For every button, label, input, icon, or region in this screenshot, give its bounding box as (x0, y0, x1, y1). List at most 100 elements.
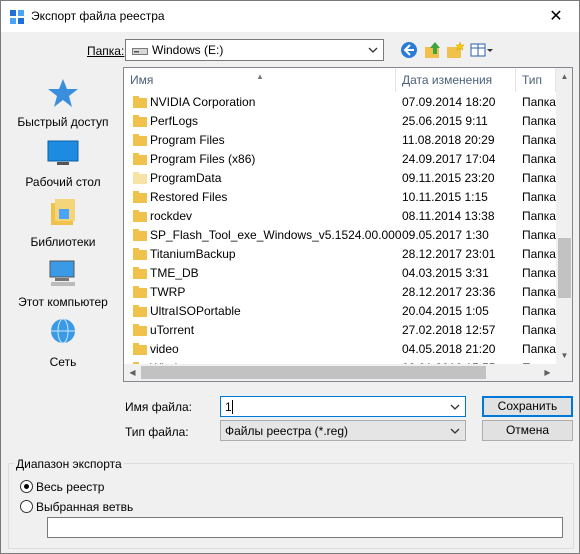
file-row[interactable]: uTorrent 27.02.2018 12:57 Папка (124, 321, 556, 340)
radio-selected-branch[interactable] (20, 500, 33, 513)
folder-label: Папка: (87, 44, 124, 58)
file-type: Папка (522, 209, 556, 223)
chevron-down-icon[interactable] (448, 399, 462, 415)
filetype-value: Файлы реестра (*.reg) (225, 424, 348, 438)
place-network[interactable]: Сеть (9, 317, 117, 377)
file-type: Папка (522, 323, 556, 337)
file-date: 28.12.2017 23:36 (402, 285, 496, 299)
folder-icon (133, 172, 147, 184)
scroll-down-icon[interactable]: ▼ (556, 347, 572, 364)
filetype-label: Тип файла: (125, 425, 189, 439)
file-row[interactable]: Restored Files 10.11.2015 1:15 Папка (124, 188, 556, 207)
save-button[interactable]: Сохранить (482, 396, 573, 417)
place-label: Быстрый доступ (17, 115, 109, 129)
export-range-title: Диапазон экспорта (14, 457, 124, 471)
file-row[interactable]: SP_Flash_Tool_exe_Windows_v5.1524.00.000… (124, 226, 556, 245)
place-libraries[interactable]: Библиотеки (9, 197, 117, 257)
radio-selected-dot (24, 484, 29, 489)
place-desktop[interactable]: Рабочий стол (9, 137, 117, 197)
column-name-label: Имя (130, 73, 154, 87)
file-row[interactable]: UltraISOPortable 20.04.2015 1:05 Папка (124, 302, 556, 321)
place-label: Библиотеки (30, 235, 96, 249)
file-row[interactable]: Program Files (x86) 24.09.2017 17:04 Папка (124, 150, 556, 169)
text-caret (232, 400, 233, 414)
view-menu-icon[interactable] (469, 40, 495, 60)
folder-combo[interactable]: Windows (E:) (125, 39, 384, 61)
place-label: Сеть (49, 355, 77, 369)
export-registry-dialog: Экспорт файла реестра ✕ Папка: Windows (… (0, 0, 580, 554)
chevron-down-icon[interactable] (366, 42, 380, 58)
folder-icon (133, 191, 147, 203)
file-row[interactable]: NVIDIA Corporation 07.09.2014 18:20 Папка (124, 93, 556, 112)
folder-icon (133, 305, 147, 317)
window-title: Экспорт файла реестра (31, 9, 165, 23)
folder-icon (133, 286, 147, 298)
folder-icon (133, 210, 147, 222)
registry-editor-icon (10, 10, 24, 24)
place-label: Рабочий стол (25, 175, 101, 189)
column-header-type[interactable]: Тип (516, 68, 556, 92)
radio-all-label[interactable]: Весь реестр (36, 480, 104, 494)
file-row[interactable]: Program Files 11.08.2018 20:29 Папка (124, 131, 556, 150)
column-header-date[interactable]: Дата изменения (396, 68, 516, 92)
close-icon: ✕ (549, 8, 563, 25)
new-folder-icon[interactable] (445, 40, 465, 60)
horizontal-scrollbar[interactable]: ◀ ▶ (124, 364, 572, 381)
file-date: 04.03.2015 3:31 (402, 266, 489, 280)
back-icon[interactable] (399, 40, 419, 60)
file-row[interactable]: rockdev 08.11.2014 13:38 Папка (124, 207, 556, 226)
column-header-name[interactable]: ▲ Имя (124, 68, 396, 92)
place-this-pc[interactable]: Этот компьютер (9, 257, 117, 317)
file-name: SP_Flash_Tool_exe_Windows_v5.1524.00.000 (150, 228, 402, 242)
column-date-label: Дата изменения (402, 73, 493, 87)
chevron-down-icon[interactable] (448, 423, 462, 439)
file-date: 04.05.2018 21:20 (402, 342, 496, 356)
file-date: 10.11.2015 1:15 (402, 190, 488, 204)
file-list[interactable]: ▲ Имя Дата изменения Тип NVIDIA Corporat… (123, 67, 573, 382)
scroll-right-icon[interactable]: ▶ (539, 364, 556, 381)
close-button[interactable]: ✕ (533, 1, 579, 32)
vertical-scroll-thumb[interactable] (558, 238, 571, 298)
file-type: Папка (522, 95, 556, 109)
place-label: Этот компьютер (18, 295, 108, 309)
radio-branch-label[interactable]: Выбранная ветвь (36, 500, 133, 514)
file-name: PerfLogs (150, 114, 199, 128)
up-folder-icon[interactable] (423, 40, 443, 60)
folder-icon (133, 115, 147, 127)
cancel-button[interactable]: Отмена (482, 420, 573, 441)
file-row[interactable]: PerfLogs 25.06.2015 9:11 Папка (124, 112, 556, 131)
filename-value: 1 (225, 400, 232, 414)
filetype-select[interactable]: Файлы реестра (*.reg) (220, 420, 466, 441)
vertical-scrollbar[interactable]: ▲ ▼ (556, 68, 572, 364)
file-name: TitaniumBackup (150, 247, 236, 261)
file-name: Program Files (x86) (150, 152, 256, 166)
place-quick-access[interactable]: Быстрый доступ (9, 77, 117, 137)
filename-input[interactable]: 1 (220, 396, 466, 417)
file-type: Папка (522, 304, 556, 318)
scroll-up-icon[interactable]: ▲ (556, 68, 572, 85)
scroll-left-icon[interactable]: ◀ (124, 364, 141, 381)
file-row[interactable]: TME_DB 04.03.2015 3:31 Папка (124, 264, 556, 283)
file-row[interactable]: video 04.05.2018 21:20 Папка (124, 340, 556, 359)
folder-icon (133, 324, 147, 336)
star-icon (48, 79, 78, 107)
folder-icon (133, 229, 147, 241)
folder-icon (133, 267, 147, 279)
file-date: 08.11.2014 13:38 (402, 209, 495, 223)
title-bar[interactable]: Экспорт файла реестра ✕ (1, 1, 579, 32)
file-row[interactable]: TitaniumBackup 28.12.2017 23:01 Папка (124, 245, 556, 264)
file-row[interactable]: ProgramData 09.11.2015 23:20 Папка (124, 169, 556, 188)
file-date: 24.09.2017 17:04 (402, 152, 496, 166)
folder-icon (133, 96, 147, 108)
file-row[interactable]: TWRP 28.12.2017 23:36 Папка (124, 283, 556, 302)
file-type: Папка (522, 133, 556, 147)
horizontal-scroll-thumb[interactable] (141, 366, 486, 379)
computer-icon (49, 260, 75, 286)
file-type: Папка (522, 247, 556, 261)
file-type: Папка (522, 266, 556, 280)
file-name: Restored Files (150, 190, 228, 204)
branch-path-input[interactable] (47, 517, 563, 538)
radio-all-registry[interactable] (20, 480, 33, 493)
file-type: Папка (522, 285, 556, 299)
file-type: Папка (522, 171, 556, 185)
